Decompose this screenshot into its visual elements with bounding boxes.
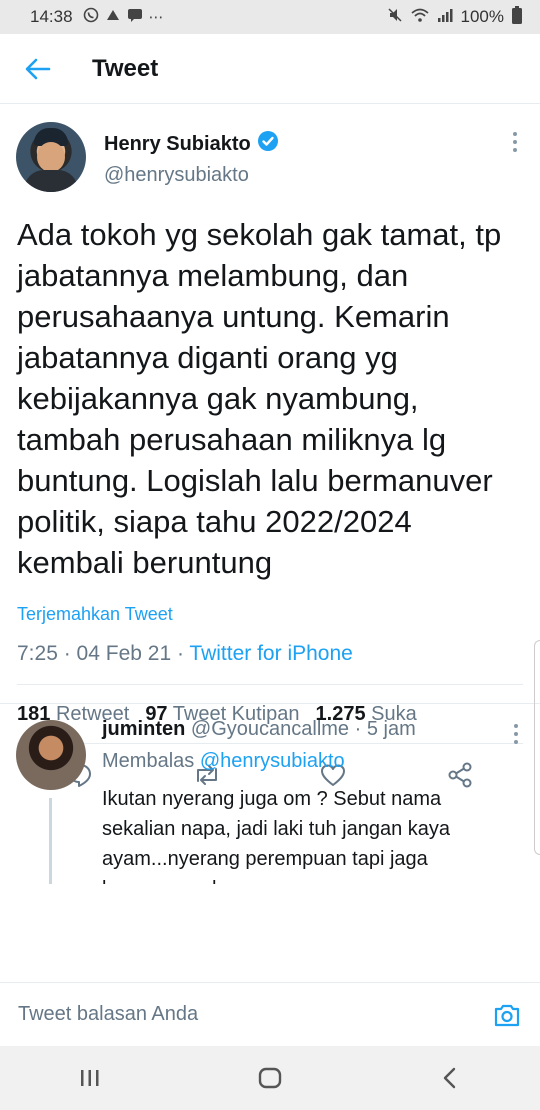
more-notifications-icon: ⋯ [148,9,164,26]
reply-tweet[interactable]: juminten @Gyoucancallme · 5 jam Membalas… [0,704,540,884]
message-icon [127,7,143,27]
tweet-author: Henry Subiakto @henrysubiakto [0,104,540,204]
thread-line [49,798,52,884]
back-system-button[interactable] [428,1056,472,1100]
status-time: 14:38 [30,7,73,26]
reply-time: 5 jam [366,718,416,740]
reply-author-handle[interactable]: @Gyoucancallme [191,718,349,740]
tweet-detail: Henry Subiakto @henrysubiakto Ada tokoh … [0,104,540,788]
reply-header: juminten @Gyoucancallme · 5 jam [102,718,416,740]
reply-text: Ikutan nyerang juga om ? Sebut nama seka… [102,788,451,884]
tweet-date: 04 Feb 21 [76,642,172,665]
reply-author-avatar[interactable] [16,720,86,790]
replying-to-handle[interactable]: @henrysubiakto [200,750,345,772]
reply-author-name[interactable]: juminten [102,718,185,740]
recent-apps-button[interactable] [68,1056,112,1100]
tweet-meta: 7:25 · 04 Feb 21 · Twitter for iPhone [17,642,353,665]
tweet-time: 7:25 [17,642,58,665]
author-name-row[interactable]: Henry Subiakto [104,130,279,158]
wifi-icon [410,7,429,28]
tweet-more-options-icon[interactable] [512,132,518,152]
author-name: Henry Subiakto [104,132,251,155]
verified-badge-icon [257,130,279,158]
whatsapp-icon [83,7,99,27]
author-handle[interactable]: @henrysubiakto [104,164,249,187]
home-icon [258,1067,282,1089]
mute-icon [387,7,403,28]
battery-icon [512,5,522,29]
translate-tweet-link[interactable]: Terjemahkan Tweet [17,604,173,625]
arrow-left-icon [25,58,51,79]
camera-icon [494,1004,520,1026]
reply-compose-bar[interactable]: Tweet balasan Anda [0,982,540,1046]
page-title: Tweet [92,54,159,82]
author-avatar[interactable] [16,122,86,192]
battery-percent: 100% [460,7,504,26]
recent-apps-icon [81,1070,99,1086]
chevron-left-icon [443,1067,456,1089]
status-bar: 14:38 ⋯ 100% [0,0,540,34]
scroll-indicator [534,640,540,855]
top-app-bar: Tweet [0,34,540,104]
back-button[interactable] [18,49,58,89]
camera-button[interactable] [492,1000,522,1030]
reply-more-options-icon[interactable] [514,724,518,744]
replying-to: Membalas @henrysubiakto [102,750,345,772]
system-nav-bar [0,1046,540,1110]
signal-icon [437,7,453,28]
reply-input[interactable]: Tweet balasan Anda [18,1003,198,1026]
notification-icon [105,7,121,27]
tweet-text: Ada tokoh yg sekolah gak tamat, tp jabat… [17,217,502,580]
tweet-source-link[interactable]: Twitter for iPhone [189,642,352,665]
home-button[interactable] [248,1056,292,1100]
